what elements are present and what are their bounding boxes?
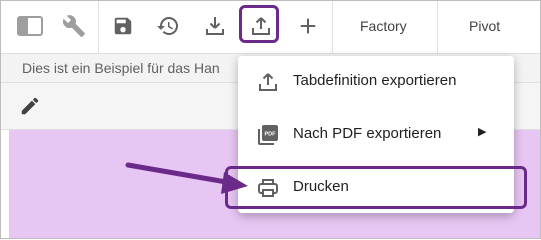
pointer-arrow-icon xyxy=(125,162,248,194)
